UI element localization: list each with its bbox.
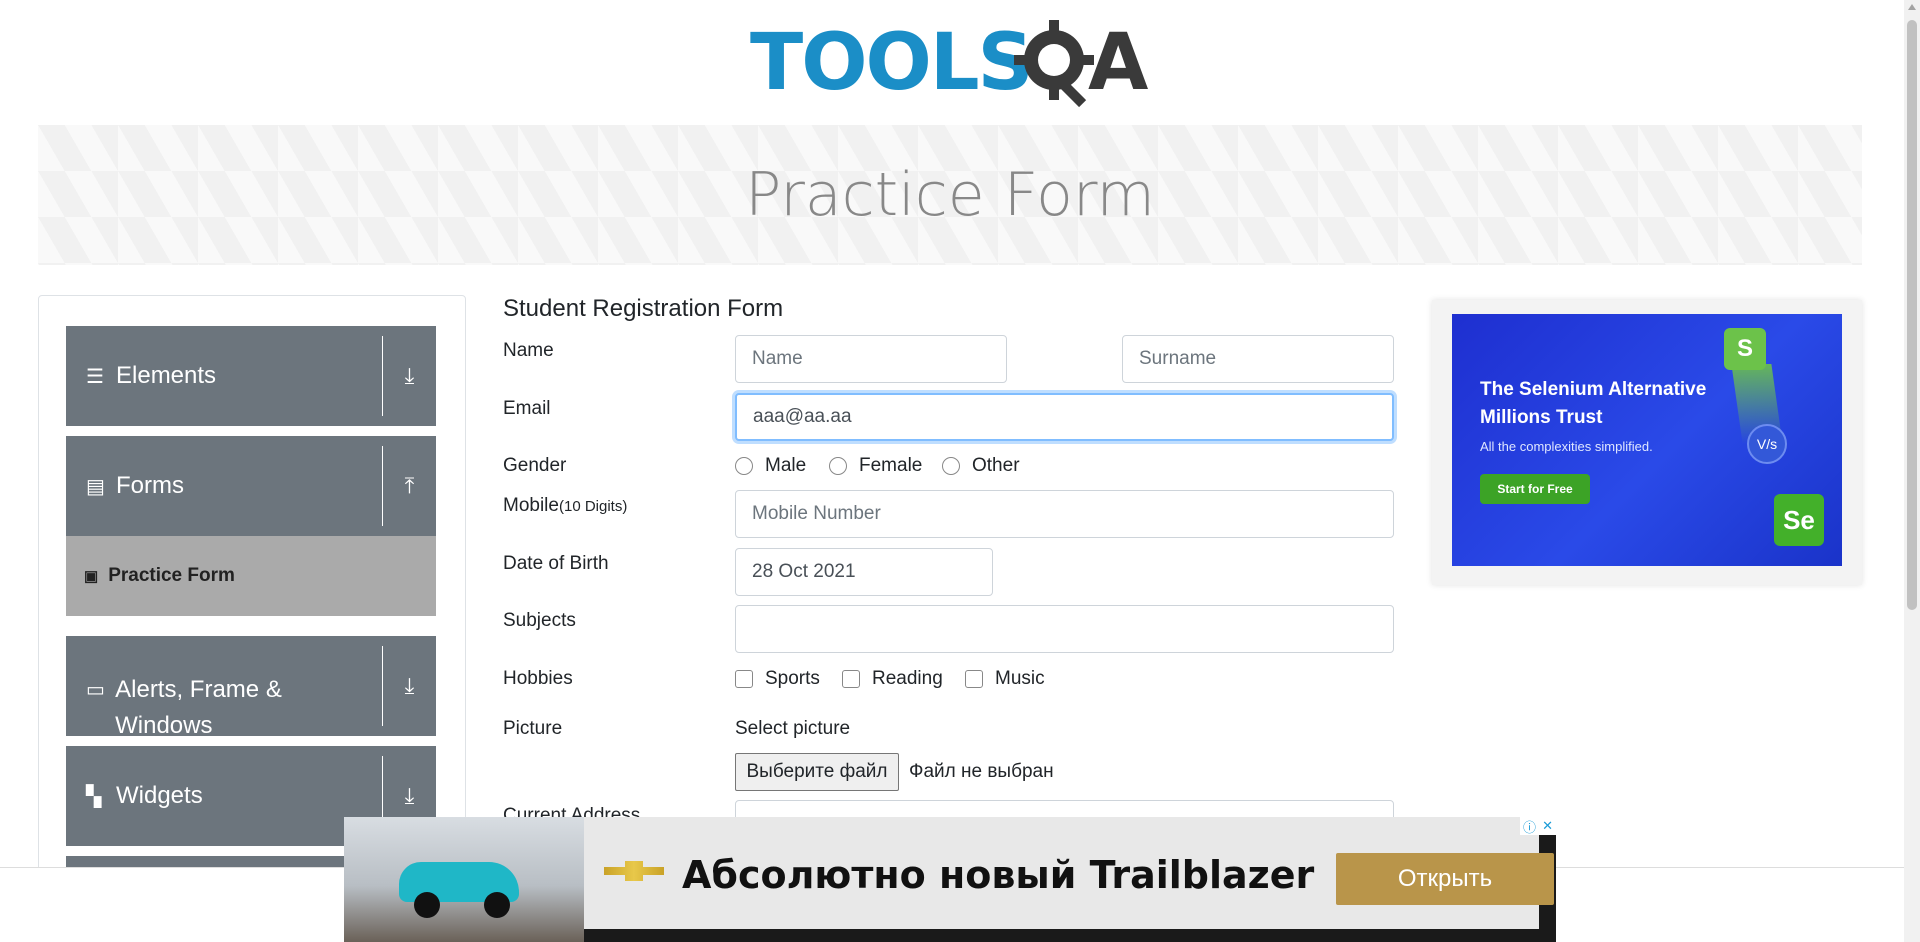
widgets-icon: ▚ bbox=[86, 785, 102, 808]
logo-tools-text: TOOLS bbox=[750, 18, 1034, 108]
gender-radio-other[interactable]: Other bbox=[942, 455, 1020, 477]
mobile-label: Mobile(10 Digits) bbox=[503, 495, 628, 516]
page-banner: Practice Form bbox=[38, 125, 1862, 265]
file-status: Файл не выбран bbox=[909, 761, 1054, 782]
car-image bbox=[344, 817, 584, 942]
radio-label: Other bbox=[972, 455, 1020, 476]
sidebar-item-label: Practice Form bbox=[108, 565, 235, 586]
hobby-checkbox-reading[interactable]: Reading bbox=[842, 668, 943, 690]
sidebar-group-alerts[interactable]: ▭ Alerts, Frame & Windows ⤓ bbox=[66, 636, 436, 739]
download-arrow-icon[interactable]: ⤓ bbox=[382, 646, 436, 726]
download-arrow-icon[interactable]: ⤓ bbox=[382, 336, 436, 416]
sidebar-group-label: Widgets bbox=[116, 782, 203, 809]
scroll-thumb[interactable] bbox=[1907, 20, 1917, 610]
ad-badge-se: Se bbox=[1774, 494, 1824, 546]
ad-bottom-panel: Абсолютно новый Trailblazer Открыть bbox=[584, 817, 1554, 929]
ad-right-cta[interactable]: Start for Free bbox=[1480, 474, 1590, 504]
mobile-input[interactable]: Mobile Number bbox=[735, 490, 1394, 538]
sidebar-group-label: Forms bbox=[116, 472, 184, 499]
form-title: Student Registration Form bbox=[503, 295, 784, 322]
name-label: Name bbox=[503, 340, 554, 361]
html5-icon: ▣ bbox=[84, 568, 99, 585]
hobbies-label: Hobbies bbox=[503, 668, 573, 689]
hobby-checkbox-music[interactable]: Music bbox=[965, 668, 1045, 690]
dob-label: Date of Birth bbox=[503, 553, 609, 574]
page-title: Practice Form bbox=[745, 160, 1155, 230]
sidebar-item-practice-form[interactable]: ▣ Practice Form bbox=[66, 536, 436, 616]
document-icon: ▤ bbox=[86, 475, 105, 498]
email-input[interactable]: aaa@aa.aa bbox=[735, 393, 1394, 441]
radio-label: Male bbox=[765, 455, 807, 476]
toolsqa-logo[interactable]: TOOLS A bbox=[750, 18, 1160, 113]
checkbox-label: Reading bbox=[872, 668, 943, 689]
upload-arrow-icon[interactable]: ⤒ bbox=[382, 446, 436, 526]
email-label: Email bbox=[503, 398, 551, 419]
chevrolet-logo bbox=[604, 861, 664, 881]
checkbox-label: Sports bbox=[765, 668, 820, 689]
sidebar-group-label: Alerts, Frame & Windows bbox=[115, 676, 282, 739]
ad-open-button[interactable]: Открыть bbox=[1336, 853, 1554, 905]
scroll-up-icon[interactable] bbox=[1908, 4, 1916, 10]
ad-right-creative[interactable]: S The Selenium Alternative Millions Trus… bbox=[1452, 314, 1842, 566]
gender-label: Gender bbox=[503, 455, 567, 476]
ad-badge-vs: V/s bbox=[1747, 424, 1787, 464]
sidebar-group-elements[interactable]: ☰ Elements ⤓ bbox=[66, 326, 436, 426]
checkbox-label: Music bbox=[995, 668, 1045, 689]
choose-file-button[interactable]: Выберите файл bbox=[735, 753, 899, 791]
window-icon: ▭ bbox=[86, 679, 105, 701]
picture-label: Picture bbox=[503, 718, 563, 739]
ad-controls[interactable]: ⓘ ✕ bbox=[1520, 817, 1556, 835]
page-scrollbar[interactable] bbox=[1904, 0, 1920, 942]
subjects-input[interactable] bbox=[735, 605, 1394, 653]
sidebar-group-forms[interactable]: ▤ Forms ⤒ bbox=[66, 436, 436, 536]
hobby-checkbox-sports[interactable]: Sports bbox=[735, 668, 820, 690]
ad-bottom[interactable]: Абсолютно новый Trailblazer Открыть ⓘ ✕ bbox=[344, 817, 1556, 942]
dob-input[interactable]: 28 Oct 2021 bbox=[735, 548, 993, 596]
ad-right-headline: The Selenium Alternative Millions Trust bbox=[1480, 379, 1707, 428]
last-name-input[interactable]: Surname bbox=[1122, 335, 1394, 383]
picture-select-label: Select picture bbox=[735, 718, 851, 739]
gender-radio-male[interactable]: Male bbox=[735, 455, 806, 477]
ad-right-sub: All the complexities simplified. bbox=[1480, 439, 1653, 454]
mobile-hint: (10 Digits) bbox=[558, 498, 628, 515]
sidebar-group-label: Elements bbox=[116, 362, 217, 389]
first-name-input[interactable]: Name bbox=[735, 335, 1007, 383]
ad-bottom-headline: Абсолютно новый Trailblazer bbox=[682, 853, 1315, 897]
logo-qa-text: A bbox=[1088, 18, 1149, 108]
subjects-label: Subjects bbox=[503, 610, 576, 631]
close-icon[interactable]: ✕ bbox=[1542, 818, 1553, 834]
radio-label: Female bbox=[859, 455, 923, 476]
ad-right[interactable]: S The Selenium Alternative Millions Trus… bbox=[1432, 300, 1862, 585]
info-icon[interactable]: ⓘ bbox=[1523, 817, 1536, 836]
hamburger-icon: ☰ bbox=[86, 365, 104, 388]
gender-radio-female[interactable]: Female bbox=[829, 455, 922, 477]
ad-badge-s: S bbox=[1724, 328, 1766, 370]
